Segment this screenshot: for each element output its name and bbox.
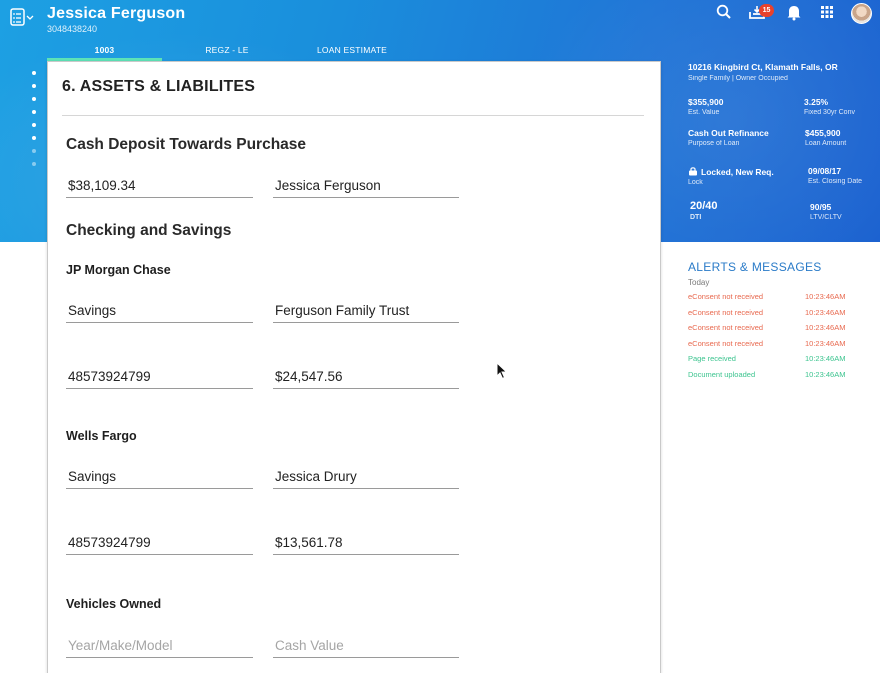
account-balance-field[interactable]: $24,547.56 — [273, 367, 459, 389]
alerts-panel: ALERTS & MESSAGES Today eConsent not rec… — [688, 260, 878, 382]
notification-badge: 15 — [759, 4, 774, 17]
tab-1003[interactable]: 1003 — [47, 42, 162, 61]
bank-name: JP Morgan Chase — [66, 263, 171, 277]
checklist-menu-icon[interactable] — [10, 8, 34, 26]
alert-item[interactable]: eConsent not received 10:23:46AM — [688, 289, 878, 305]
message-item[interactable]: Page received 10:23:46AM — [688, 351, 878, 367]
account-balance-field[interactable]: $13,561.78 — [273, 533, 459, 555]
bank-name: Wells Fargo — [66, 429, 137, 443]
ltv-cltv: 90/95 LTV/CLTV — [810, 202, 842, 221]
alerts-group-label: Today — [688, 278, 710, 287]
account-number-field[interactable]: 48573924799 — [66, 367, 253, 389]
divider — [62, 115, 644, 116]
progress-dot[interactable] — [32, 123, 36, 127]
tab-loan-estimate[interactable]: LOAN ESTIMATE — [297, 42, 407, 61]
alert-list: eConsent not received 10:23:46AM eConsent… — [688, 289, 878, 382]
cash-deposit-amount-field[interactable]: $38,109.34 — [66, 176, 253, 198]
lock-status: Locked, New Req. Lock — [688, 166, 774, 186]
vehicle-model-input[interactable]: Year/Make/Model — [66, 636, 253, 658]
mouse-cursor-icon — [496, 361, 508, 380]
progress-dot[interactable] — [32, 136, 36, 140]
vehicles-heading: Vehicles Owned — [66, 597, 162, 611]
loan-purpose: Cash Out Refinance Purpose of Loan — [688, 128, 769, 147]
progress-dot[interactable] — [32, 84, 36, 88]
property-type: Single Family | Owner Occupied — [688, 75, 788, 82]
user-name: Jessica Ferguson — [47, 5, 186, 22]
alert-item[interactable]: eConsent not received 10:23:46AM — [688, 320, 878, 336]
account-holder-field[interactable]: Ferguson Family Trust — [273, 301, 459, 323]
search-icon[interactable] — [715, 3, 733, 21]
alerts-title: ALERTS & MESSAGES — [688, 260, 822, 274]
dti: 20/40 DTI — [690, 200, 718, 221]
section-title: 6. ASSETS & LIABILITES — [62, 78, 256, 95]
progress-dot[interactable] — [32, 162, 36, 166]
closing-date: 09/08/17 Est. Closing Date — [808, 166, 863, 185]
vehicle-value-input[interactable]: Cash Value — [273, 636, 459, 658]
account-holder-field[interactable]: Jessica Drury — [273, 467, 459, 489]
alert-item[interactable]: eConsent not received 10:23:46AM — [688, 305, 878, 321]
user-id: 3048438240 — [47, 24, 98, 34]
progress-dot[interactable] — [32, 71, 36, 75]
account-number-field[interactable]: 48573924799 — [66, 533, 253, 555]
avatar[interactable] — [851, 3, 872, 24]
progress-dot[interactable] — [32, 110, 36, 114]
est-value: $355,900 Est. Value — [688, 97, 724, 116]
lock-icon — [688, 166, 698, 176]
account-type-field[interactable]: Savings — [66, 467, 253, 489]
form-card: 6. ASSETS & LIABILITES Cash Deposit Towa… — [47, 61, 661, 673]
checking-savings-heading: Checking and Savings — [66, 222, 232, 239]
cash-deposit-holder-field[interactable]: Jessica Ferguson — [273, 176, 459, 198]
account-type-field[interactable]: Savings — [66, 301, 253, 323]
apps-grid-icon[interactable] — [818, 3, 836, 21]
progress-dot[interactable] — [32, 97, 36, 101]
bell-icon[interactable] — [785, 3, 803, 21]
progress-dot[interactable] — [32, 149, 36, 153]
message-item[interactable]: Document uploaded 10:23:46AM — [688, 367, 878, 383]
section-progress-dots[interactable] — [32, 71, 38, 175]
loan-amount: $455,900 Loan Amount — [805, 128, 847, 147]
tab-regz-le[interactable]: REGZ - LE — [172, 42, 282, 61]
alert-item[interactable]: eConsent not received 10:23:46AM — [688, 336, 878, 352]
interest-rate: 3.25% Fixed 30yr Conv — [804, 97, 855, 116]
cash-deposit-heading: Cash Deposit Towards Purchase — [66, 136, 307, 153]
property-address: 10216 Kingbird Ct, Klamath Falls, OR — [688, 62, 838, 72]
